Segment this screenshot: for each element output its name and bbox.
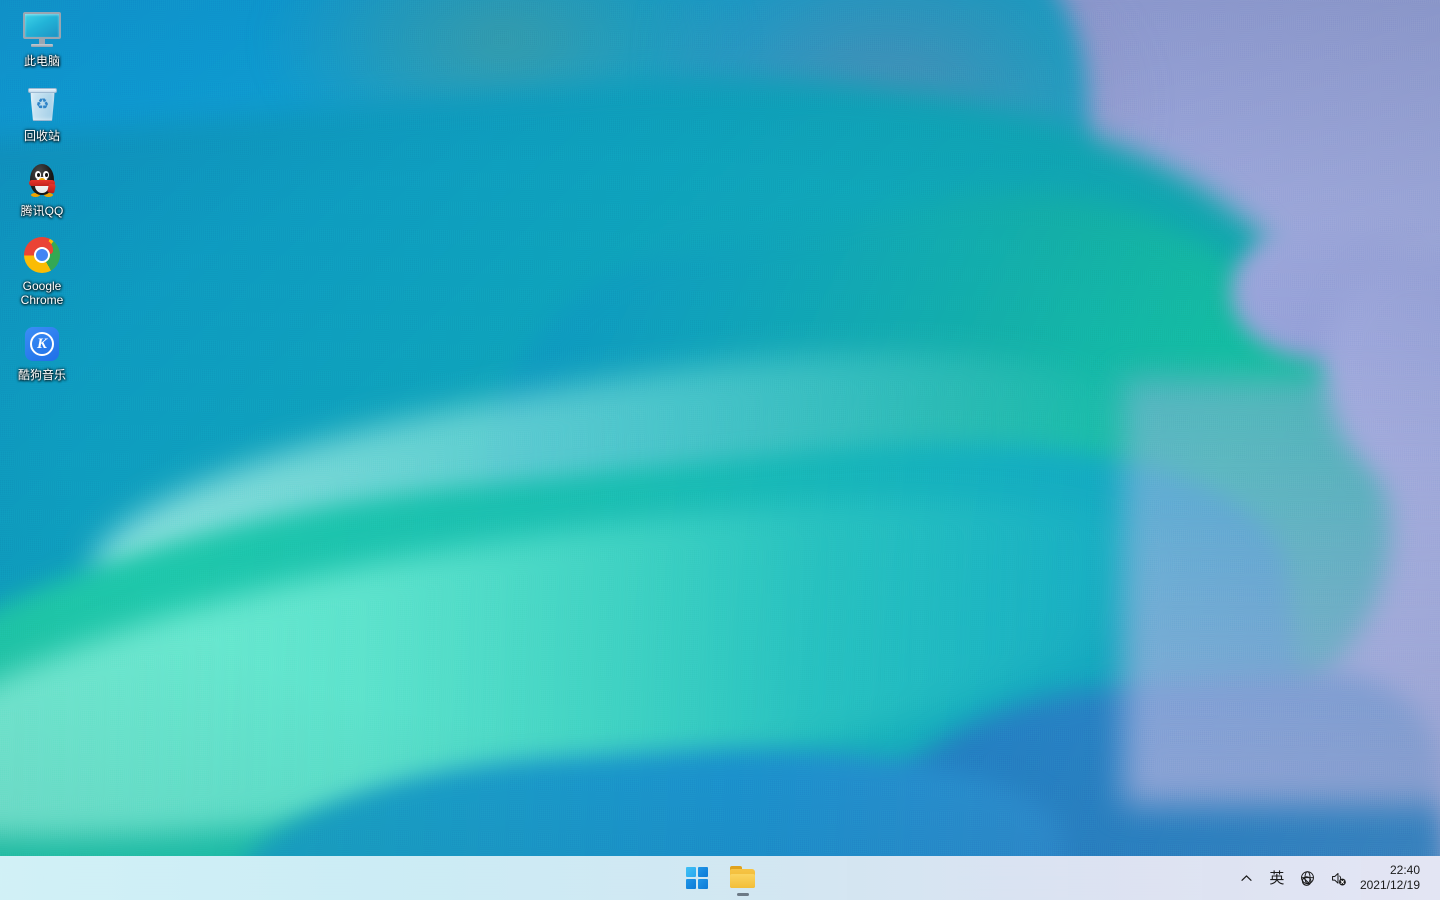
google-chrome-icon (22, 235, 62, 275)
clock-date: 2021/12/19 (1359, 878, 1420, 892)
desktop-icon-label: Google Chrome (20, 279, 64, 307)
desktop-icon-grid: 此电脑 ♻ 回收站 腾讯QQ Google Chrome K 酷狗音乐 (4, 6, 88, 395)
desktop-icon-label: 酷狗音乐 (17, 368, 66, 382)
taskbar-button-group (677, 856, 763, 900)
clock-button[interactable]: 22:40 2021/12/19 (1354, 859, 1432, 897)
desktop-icon-label: 回收站 (23, 129, 60, 143)
clock-time: 22:40 (1389, 863, 1420, 877)
chevron-up-icon (1241, 874, 1253, 881)
speaker-muted-icon (1331, 872, 1346, 885)
globe-disconnected-icon (1300, 870, 1314, 886)
kugou-music-icon: K (22, 324, 62, 364)
desktop-icon-recycle-bin[interactable]: ♻ 回收站 (4, 81, 80, 146)
start-button[interactable] (677, 858, 717, 898)
desktop-icon-label: 腾讯QQ (20, 204, 64, 218)
file-explorer-button[interactable] (723, 858, 763, 898)
tencent-qq-penguin-icon (22, 160, 62, 200)
desktop-wallpaper (0, 0, 1440, 856)
wallpaper-vignette (0, 0, 1440, 856)
taskbar[interactable]: 英 22:40 2021/12/19 (0, 856, 1440, 900)
volume-button[interactable] (1323, 859, 1354, 897)
desktop-icon-this-pc[interactable]: 此电脑 (4, 6, 80, 71)
desktop-icon-kugou-music[interactable]: K 酷狗音乐 (4, 320, 80, 385)
running-app-indicator (737, 893, 749, 896)
desktop-icon-tencent-qq[interactable]: 腾讯QQ (4, 156, 80, 221)
tray-overflow-button[interactable] (1232, 859, 1262, 897)
ime-indicator-icon: 英 (1269, 869, 1285, 887)
folder-icon (729, 866, 757, 890)
recycle-bin-icon: ♻ (22, 85, 62, 125)
ime-indicator-button[interactable]: 英 (1262, 859, 1292, 897)
this-pc-monitor-icon (22, 10, 62, 50)
windows-logo-icon (686, 867, 708, 889)
desktop[interactable]: 此电脑 ♻ 回收站 腾讯QQ Google Chrome K 酷狗音乐 英 22… (0, 0, 1440, 900)
system-tray: 英 22:40 2021/12/19 (1232, 856, 1440, 900)
desktop-icon-google-chrome[interactable]: Google Chrome (4, 231, 80, 310)
network-button[interactable] (1292, 859, 1323, 897)
desktop-icon-label: 此电脑 (23, 54, 60, 68)
